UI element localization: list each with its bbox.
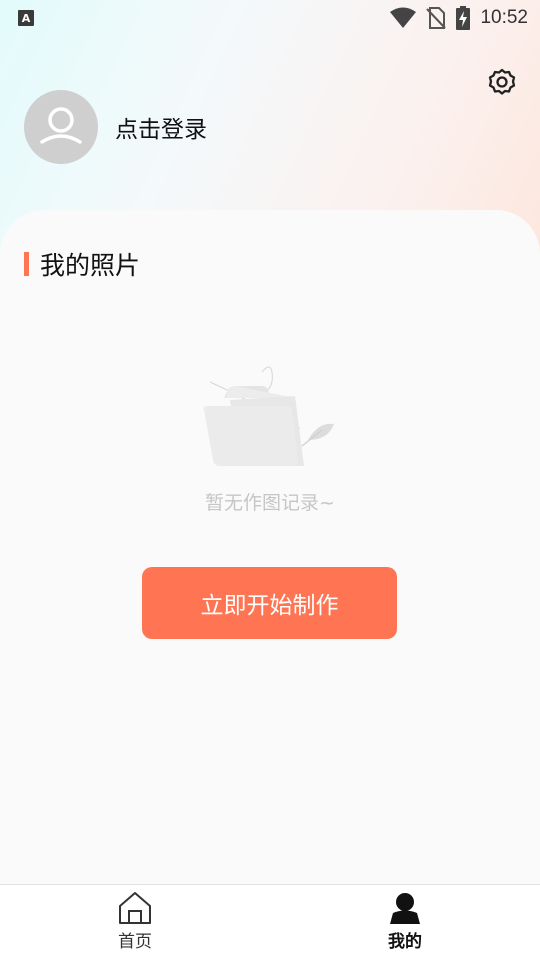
status-bar: A 10:52 (0, 0, 540, 36)
status-icons: 10:52 (390, 6, 528, 30)
photos-card: 我的照片 暂无作图记录~ 立即开始制作 (0, 210, 540, 885)
gear-icon (488, 68, 516, 95)
start-create-button[interactable]: 立即开始制作 (142, 567, 397, 639)
profile-icon (390, 893, 420, 924)
empty-state-text: 暂无作图记录~ (205, 492, 335, 514)
title-accent-bar (24, 252, 29, 276)
empty-folder-icon (203, 366, 334, 466)
bottom-tab-bar: 首页 我的 (0, 884, 540, 961)
section-header: 我的照片 (24, 246, 140, 282)
home-icon (119, 892, 151, 924)
tab-home-label: 首页 (118, 932, 152, 952)
tab-mine[interactable]: 我的 (365, 891, 445, 952)
tab-home[interactable]: 首页 (95, 891, 175, 952)
tab-mine-label: 我的 (388, 932, 422, 952)
user-placeholder-icon (40, 107, 82, 144)
app-notification-icon: A (18, 10, 34, 26)
avatar[interactable] (24, 90, 98, 164)
battery-charging-icon (456, 6, 471, 30)
settings-button[interactable] (486, 66, 518, 98)
profile-login[interactable]: 点击登录 (24, 90, 207, 164)
no-sim-icon (426, 7, 447, 29)
wifi-icon (390, 7, 417, 28)
section-title: 我的照片 (40, 251, 141, 280)
status-time: 10:52 (480, 7, 528, 28)
login-link[interactable]: 点击登录 (115, 110, 207, 144)
